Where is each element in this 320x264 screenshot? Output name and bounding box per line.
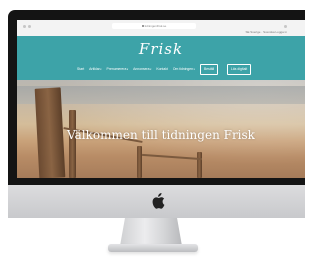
chevron-down-icon: ▾ <box>126 68 129 71</box>
nav-item-label: Artiklar <box>89 67 100 71</box>
url-bar[interactable]: tidningenfrisk.se <box>112 23 196 29</box>
hero-image-post <box>197 152 202 178</box>
site-logo[interactable]: Frisk <box>17 40 305 58</box>
reload-icon[interactable] <box>284 25 287 28</box>
browser-chrome: tidningenfrisk.se SE Sverige · Svenska L… <box>17 20 305 37</box>
nav-item-label: Prenumerera <box>106 67 127 71</box>
chevron-down-icon: ▾ <box>193 68 195 71</box>
window-dot-icon[interactable] <box>28 25 31 28</box>
url-text: tidningenfrisk.se <box>144 24 167 28</box>
nav-item-prenumerera[interactable]: Prenumerera▾ <box>107 67 129 72</box>
nav-item-artiklar[interactable]: Artiklar▾ <box>89 67 101 72</box>
hero-image-post <box>137 146 142 178</box>
nav-item-start[interactable]: Start <box>77 67 84 72</box>
imac-mockup: tidningenfrisk.se SE Sverige · Svenska L… <box>0 0 305 264</box>
order-button[interactable]: Beställ <box>200 64 219 75</box>
nav-item-label: Start <box>77 67 85 71</box>
chevron-down-icon: ▾ <box>150 68 152 71</box>
nav-item-label: Om tidningen <box>172 67 194 71</box>
nav-item-label: Annonsera <box>133 67 150 71</box>
lock-icon <box>141 25 144 28</box>
hero-banner: Välkommen till tidningen Frisk <box>17 80 305 178</box>
imac-stand <box>120 218 182 246</box>
hero-title: Välkommen till tidningen Frisk <box>67 128 255 142</box>
imac-screen: tidningenfrisk.se SE Sverige · Svenska L… <box>17 20 305 178</box>
apple-logo-icon <box>151 193 165 209</box>
nav-item-label: Kontakt <box>156 67 168 71</box>
nav-item-om-tidningen[interactable]: Om tidningen▾ <box>173 67 195 72</box>
nav-item-kontakt[interactable]: Kontakt <box>156 67 168 72</box>
nav-item-annonsera[interactable]: Annonsera▾ <box>133 67 151 72</box>
window-dot-icon[interactable] <box>23 25 26 28</box>
site-header: Frisk Start Artiklar▾ Prenumerera▾ Annon… <box>17 36 305 80</box>
read-digital-button[interactable]: Läs digitalt <box>227 64 252 75</box>
main-nav: Start Artiklar▾ Prenumerera▾ Annonsera▾ … <box>77 67 195 72</box>
imac-stand-base <box>108 244 198 252</box>
hero-image-rail <box>142 153 202 161</box>
language-selector[interactable]: SE Sverige · Svenska Logga in <box>245 30 287 35</box>
hero-image-post <box>69 110 76 178</box>
chevron-down-icon: ▾ <box>100 68 102 71</box>
